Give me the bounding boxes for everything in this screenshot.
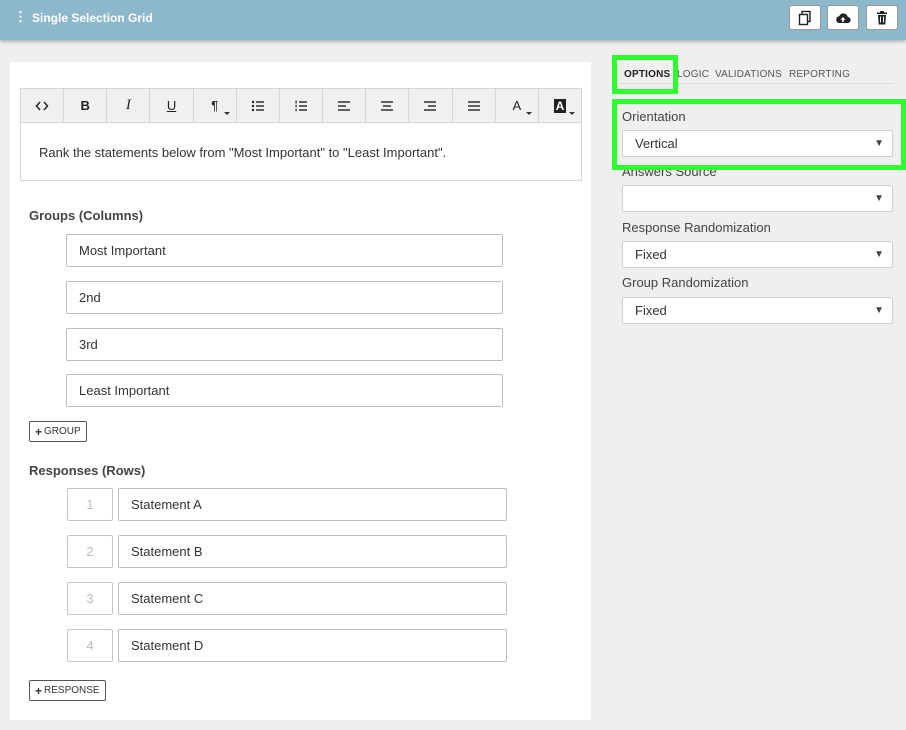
answers-source-label: Answers Source: [622, 164, 717, 179]
bullet-list-icon: [251, 100, 264, 111]
background-color-icon: A: [553, 98, 567, 113]
group-randomization-select[interactable]: Fixed ▼: [622, 297, 893, 324]
groups-title: Groups (Columns): [29, 208, 144, 223]
responses-title: Responses (Rows): [29, 463, 146, 478]
response-number: 2: [67, 535, 113, 568]
numbered-list-icon: [295, 100, 308, 111]
question-text-editor[interactable]: Rank the statements below from "Most Imp…: [20, 123, 582, 181]
response-input-4[interactable]: Statement D: [118, 629, 507, 662]
paragraph-button[interactable]: ¶: [194, 89, 237, 122]
delete-button[interactable]: [866, 5, 898, 30]
response-number: 3: [67, 582, 113, 615]
group-input-3[interactable]: 3rd: [66, 328, 503, 361]
code-view-button[interactable]: [21, 89, 65, 122]
orientation-select[interactable]: Vertical ▼: [622, 130, 893, 157]
underline-icon: U: [166, 98, 177, 113]
align-right-button[interactable]: [409, 89, 453, 122]
group-randomization-label: Group Randomization: [622, 275, 749, 290]
tab-reporting[interactable]: REPORTING: [789, 69, 850, 80]
dropdown-arrow-icon: ▼: [874, 138, 884, 149]
underline-button[interactable]: U: [150, 89, 194, 122]
group-input-2[interactable]: 2nd: [66, 281, 503, 314]
copy-button[interactable]: [789, 5, 821, 30]
bold-icon: B: [80, 98, 90, 113]
cloud-upload-icon: [836, 12, 851, 23]
chevron-down-icon: [525, 112, 532, 115]
response-number: 4: [67, 629, 113, 662]
align-justify-button[interactable]: [453, 89, 496, 122]
plus-icon: +: [35, 683, 43, 698]
response-number: 1: [67, 488, 113, 521]
chevron-down-icon: [569, 112, 576, 115]
font-color-button[interactable]: A: [496, 89, 539, 122]
add-group-button[interactable]: + GROUP: [29, 421, 87, 442]
group-input-4[interactable]: Least Important: [66, 374, 503, 407]
add-response-button[interactable]: + RESPONSE: [29, 680, 106, 701]
dropdown-arrow-icon: ▼: [874, 193, 884, 204]
align-right-icon: [424, 100, 437, 111]
tab-options[interactable]: OPTIONS: [624, 69, 670, 80]
header-bar: ⋮ Single Selection Grid: [0, 0, 906, 40]
info-icon[interactable]: ⋮: [14, 9, 27, 25]
italic-button[interactable]: I: [107, 89, 151, 122]
question-text: Rank the statements below from "Most Imp…: [39, 145, 447, 160]
add-group-label: GROUP: [44, 426, 81, 437]
trash-icon: [877, 10, 887, 24]
font-color-icon: A: [512, 98, 522, 113]
answers-source-select[interactable]: ▼: [622, 185, 893, 212]
chevron-down-icon: [223, 112, 230, 115]
align-left-button[interactable]: [323, 89, 367, 122]
response-randomization-value: Fixed: [635, 247, 667, 262]
page-title: Single Selection Grid: [32, 11, 153, 25]
tab-validations[interactable]: VALIDATIONS: [715, 69, 782, 80]
group-input-1[interactable]: Most Important: [66, 234, 503, 267]
bullet-list-button[interactable]: [237, 89, 280, 122]
italic-icon: I: [125, 97, 131, 113]
plus-icon: +: [35, 424, 43, 439]
response-input-1[interactable]: Statement A: [118, 488, 507, 521]
response-randomization-label: Response Randomization: [622, 220, 771, 235]
dropdown-arrow-icon: ▼: [874, 249, 884, 260]
orientation-value: Vertical: [635, 136, 678, 151]
upload-button[interactable]: [827, 5, 859, 30]
numbered-list-button[interactable]: [280, 89, 324, 122]
group-randomization-value: Fixed: [635, 303, 667, 318]
question-editor: B I U ¶ A A Rank the statements below fr…: [10, 62, 591, 720]
response-input-3[interactable]: Statement C: [118, 582, 507, 615]
align-center-button[interactable]: [366, 89, 410, 122]
bold-button[interactable]: B: [64, 89, 108, 122]
formatting-toolbar: B I U ¶ A A: [20, 88, 582, 123]
copy-icon: [798, 10, 811, 25]
code-icon: [35, 101, 49, 110]
properties-tabs: OPTIONS LOGIC VALIDATIONS REPORTING: [618, 62, 894, 84]
align-left-icon: [338, 100, 351, 111]
background-color-button[interactable]: A: [539, 89, 581, 122]
add-response-label: RESPONSE: [44, 685, 100, 696]
paragraph-icon: ¶: [211, 98, 219, 113]
dropdown-arrow-icon: ▼: [874, 305, 884, 316]
align-center-icon: [381, 100, 394, 111]
orientation-label: Orientation: [622, 109, 686, 124]
tab-logic[interactable]: LOGIC: [677, 69, 709, 80]
align-justify-icon: [467, 100, 480, 111]
response-input-2[interactable]: Statement B: [118, 535, 507, 568]
response-randomization-select[interactable]: Fixed ▼: [622, 241, 893, 268]
